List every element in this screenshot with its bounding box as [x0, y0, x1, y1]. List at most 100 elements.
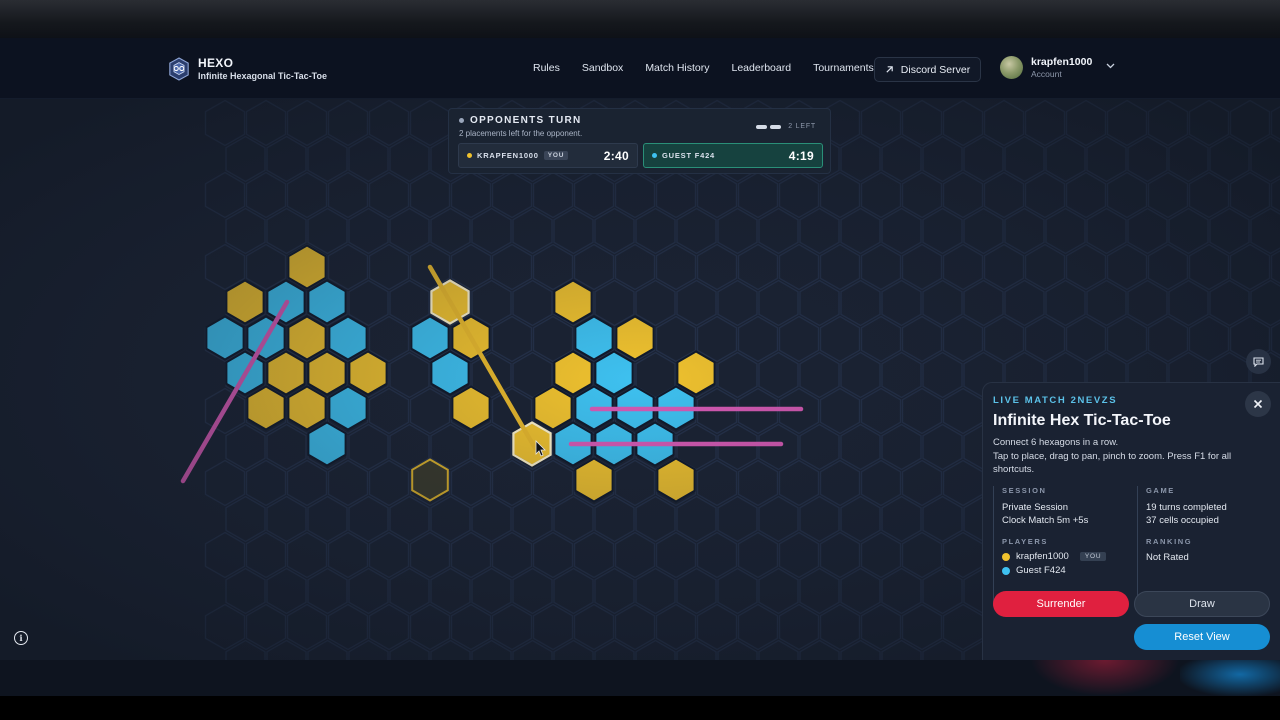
empty-hex-cell[interactable]: [676, 207, 717, 255]
empty-hex-cell[interactable]: [635, 639, 676, 661]
empty-hex-cell[interactable]: [840, 207, 881, 255]
empty-hex-cell[interactable]: [266, 495, 307, 543]
empty-hex-cell[interactable]: [512, 567, 553, 615]
empty-hex-cell[interactable]: [327, 243, 369, 291]
empty-hex-cell[interactable]: [1147, 99, 1189, 147]
empty-hex-cell[interactable]: [450, 459, 492, 507]
empty-hex-cell[interactable]: [450, 531, 492, 579]
empty-hex-cell[interactable]: [225, 423, 266, 471]
empty-hex-cell[interactable]: [778, 315, 820, 363]
empty-hex-cell[interactable]: [1024, 99, 1066, 147]
empty-hex-cell[interactable]: [266, 567, 307, 615]
empty-hex-cell[interactable]: [922, 567, 963, 615]
empty-hex-cell[interactable]: [1229, 99, 1271, 147]
empty-hex-cell[interactable]: [450, 603, 492, 651]
empty-hex-cell[interactable]: [430, 567, 471, 615]
empty-hex-cell[interactable]: [860, 387, 902, 435]
empty-hex-cell[interactable]: [573, 603, 615, 651]
empty-hex-cell[interactable]: [778, 243, 820, 291]
empty-hex-cell[interactable]: [819, 171, 861, 219]
empty-hex-cell[interactable]: [1188, 243, 1230, 291]
empty-hex-cell[interactable]: [1229, 171, 1271, 219]
empty-hex-cell[interactable]: [819, 387, 861, 435]
empty-hex-cell[interactable]: [266, 639, 307, 661]
empty-hex-cell[interactable]: [840, 279, 881, 327]
empty-hex-cell[interactable]: [450, 171, 492, 219]
empty-hex-cell[interactable]: [1188, 171, 1230, 219]
empty-hex-cell[interactable]: [614, 243, 656, 291]
empty-hex-cell[interactable]: [368, 243, 410, 291]
empty-hex-cell[interactable]: [245, 99, 287, 147]
empty-hex-cell[interactable]: [245, 459, 287, 507]
empty-hex-cell[interactable]: [307, 135, 348, 183]
empty-hex-cell[interactable]: [471, 207, 512, 255]
empty-hex-cell[interactable]: [860, 603, 902, 651]
empty-hex-cell[interactable]: [860, 99, 902, 147]
empty-hex-cell[interactable]: [1250, 279, 1280, 327]
empty-hex-cell[interactable]: [430, 639, 471, 661]
empty-hex-cell[interactable]: [348, 135, 389, 183]
empty-hex-cell[interactable]: [922, 279, 963, 327]
empty-hex-cell[interactable]: [901, 531, 943, 579]
empty-hex-cell[interactable]: [1147, 243, 1189, 291]
empty-hex-cell[interactable]: [778, 459, 820, 507]
empty-hex-cell[interactable]: [881, 279, 922, 327]
empty-hex-cell[interactable]: [204, 531, 246, 579]
empty-hex-cell[interactable]: [1229, 243, 1271, 291]
empty-hex-cell[interactable]: [717, 279, 758, 327]
empty-hex-cell[interactable]: [1147, 171, 1189, 219]
empty-hex-cell[interactable]: [676, 567, 717, 615]
empty-hex-cell[interactable]: [799, 639, 840, 661]
empty-hex-cell[interactable]: [614, 459, 656, 507]
empty-hex-cell[interactable]: [901, 387, 943, 435]
empty-hex-cell[interactable]: [1188, 315, 1230, 363]
empty-hex-cell[interactable]: [348, 423, 389, 471]
empty-hex-cell[interactable]: [245, 243, 287, 291]
empty-hex-cell[interactable]: [737, 459, 779, 507]
empty-hex-cell[interactable]: [758, 207, 799, 255]
empty-hex-cell[interactable]: [819, 603, 861, 651]
empty-hex-cell[interactable]: [799, 207, 840, 255]
empty-hex-cell[interactable]: [389, 207, 430, 255]
empty-hex-cell[interactable]: [983, 99, 1025, 147]
empty-hex-cell[interactable]: [245, 603, 287, 651]
nav-link-leaderboard[interactable]: Leaderboard: [732, 62, 792, 74]
empty-hex-cell[interactable]: [471, 423, 512, 471]
empty-hex-cell[interactable]: [737, 243, 779, 291]
empty-hex-cell[interactable]: [348, 279, 389, 327]
empty-hex-cell[interactable]: [512, 639, 553, 661]
chat-button[interactable]: [1246, 349, 1271, 374]
empty-hex-cell[interactable]: [225, 135, 266, 183]
empty-hex-cell[interactable]: [655, 603, 697, 651]
empty-hex-cell[interactable]: [1147, 315, 1189, 363]
empty-hex-cell[interactable]: [1024, 315, 1066, 363]
nav-link-rules[interactable]: Rules: [533, 62, 560, 74]
empty-hex-cell[interactable]: [307, 567, 348, 615]
empty-hex-cell[interactable]: [266, 135, 307, 183]
empty-hex-cell[interactable]: [409, 603, 451, 651]
empty-hex-cell[interactable]: [901, 459, 943, 507]
nav-link-match-history[interactable]: Match History: [645, 62, 709, 74]
draw-button[interactable]: Draw: [1134, 591, 1270, 617]
empty-hex-cell[interactable]: [348, 207, 389, 255]
nav-link-tournaments[interactable]: Tournaments: [813, 62, 874, 74]
empty-hex-cell[interactable]: [696, 243, 738, 291]
empty-hex-cell[interactable]: [573, 243, 615, 291]
discord-server-button[interactable]: Discord Server: [874, 57, 981, 82]
empty-hex-cell[interactable]: [696, 171, 738, 219]
empty-hex-cell[interactable]: [963, 207, 1004, 255]
empty-hex-cell[interactable]: [717, 567, 758, 615]
empty-hex-cell[interactable]: [389, 567, 430, 615]
empty-hex-cell[interactable]: [1250, 135, 1280, 183]
empty-hex-cell[interactable]: [430, 495, 471, 543]
empty-hex-cell[interactable]: [840, 567, 881, 615]
empty-hex-cell[interactable]: [286, 603, 328, 651]
empty-hex-cell[interactable]: [942, 459, 984, 507]
empty-hex-cell[interactable]: [1086, 135, 1127, 183]
brand[interactable]: HEXO Infinite Hexagonal Tic-Tac-Toe: [168, 56, 327, 81]
empty-hex-cell[interactable]: [471, 567, 512, 615]
empty-hex-cell[interactable]: [1168, 135, 1209, 183]
empty-hex-cell[interactable]: [1065, 171, 1107, 219]
empty-hex-cell[interactable]: [368, 387, 410, 435]
empty-hex-cell[interactable]: [860, 243, 902, 291]
